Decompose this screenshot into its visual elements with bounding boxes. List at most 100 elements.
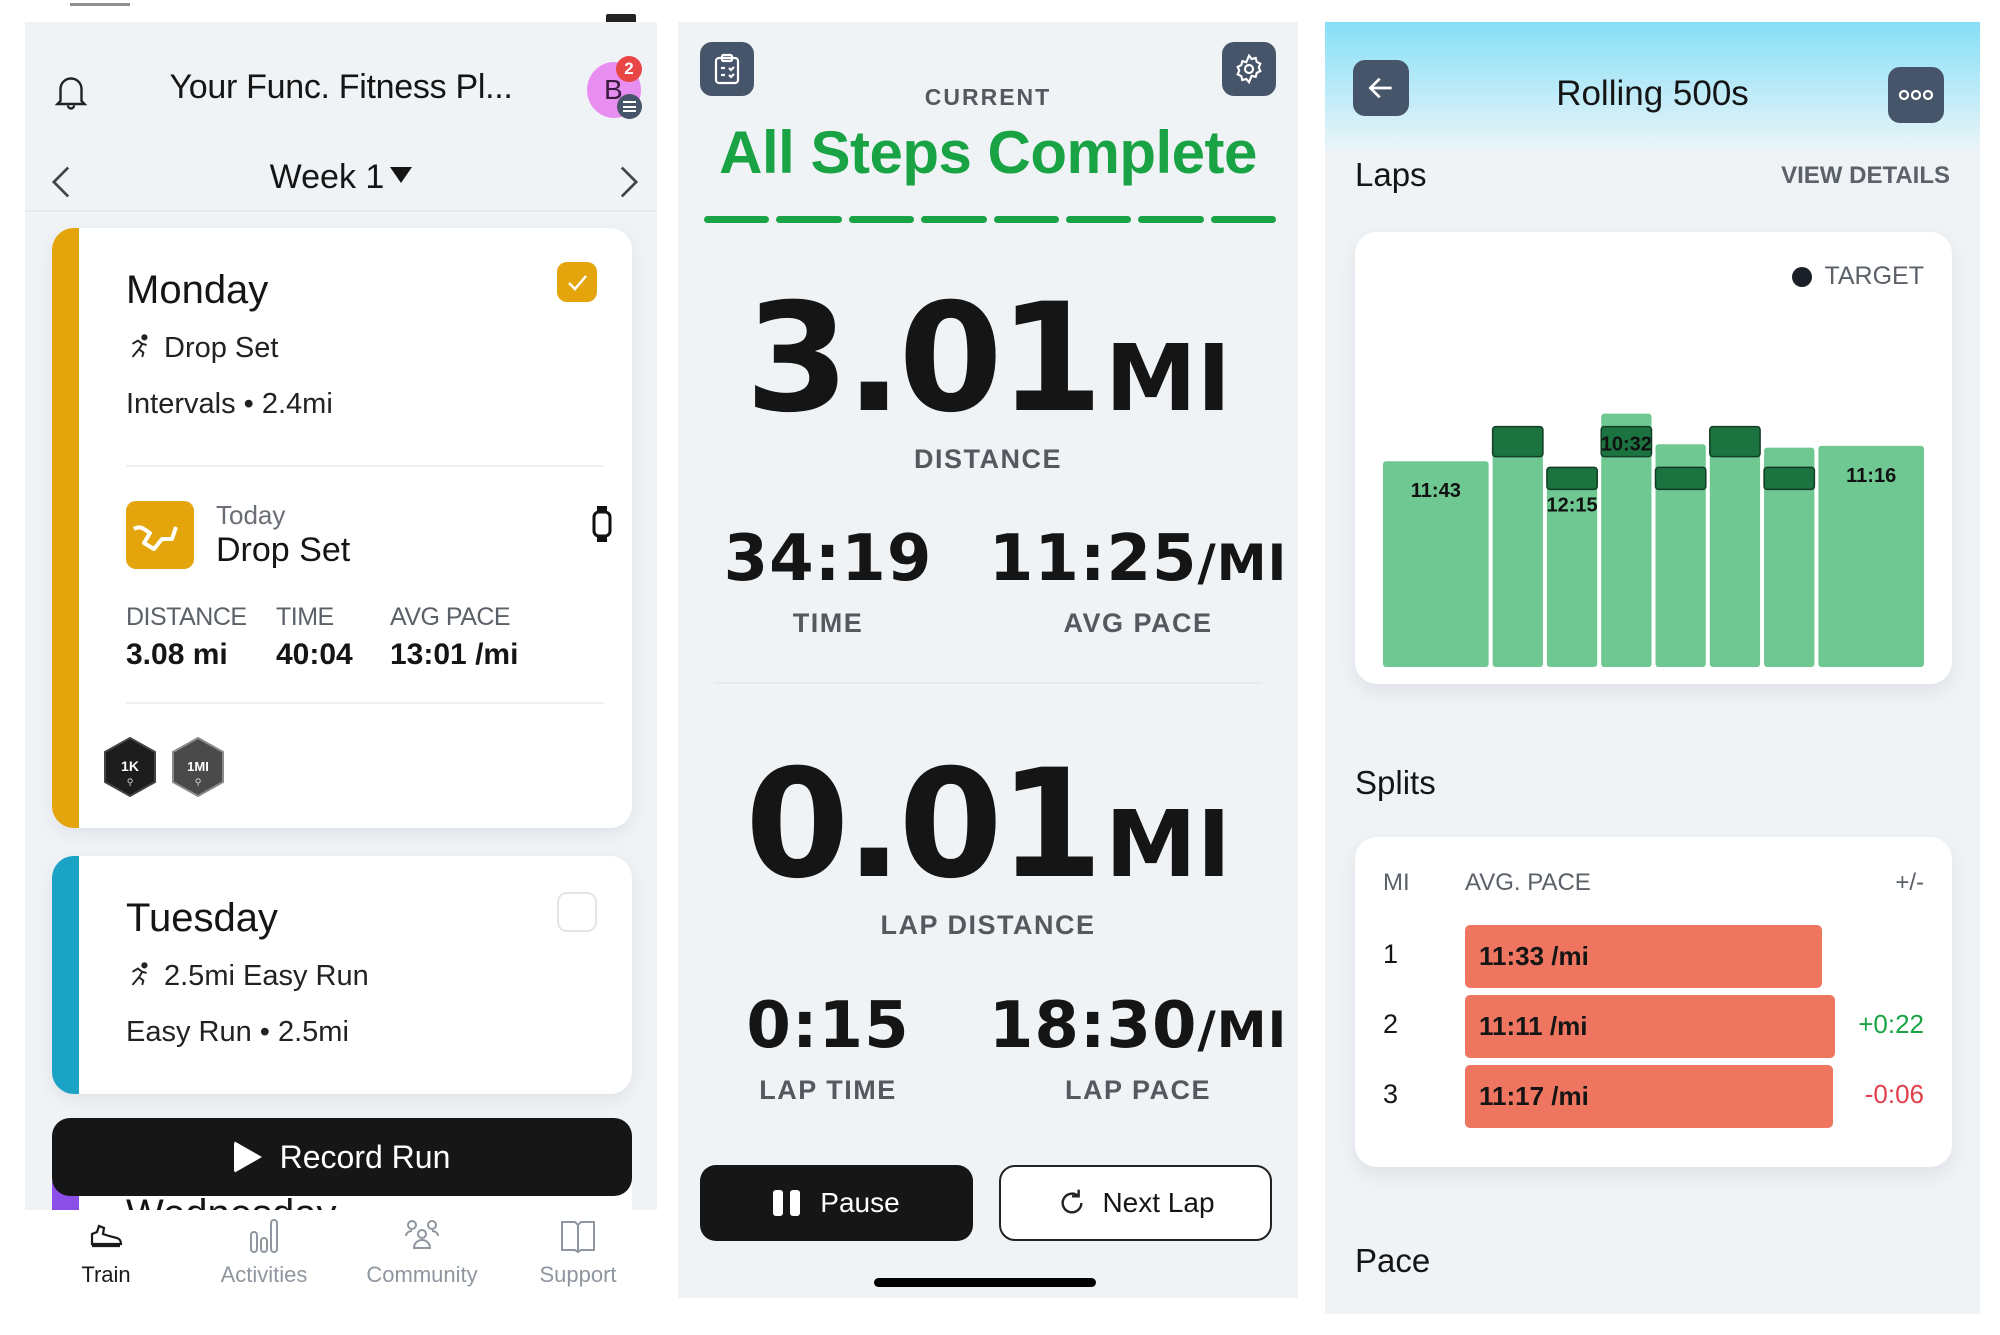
pause-button[interactable]: Pause <box>700 1165 973 1241</box>
lap-time-label: LAP TIME <box>759 1075 897 1105</box>
divider <box>714 682 1262 684</box>
badge-label: 1K <box>121 758 139 774</box>
runner-icon <box>131 962 148 986</box>
time-label: TIME <box>792 608 864 638</box>
tab-community[interactable]: Community <box>343 1216 501 1288</box>
avatar[interactable]: B 2 <box>587 56 642 119</box>
lap-bar[interactable] <box>1492 430 1543 667</box>
avg-pace-number: 11:25 <box>988 522 1198 596</box>
split-pace-bar: 11:33 /mi <box>1465 925 1822 988</box>
split-mile: 3 <box>1383 1079 1399 1109</box>
record-run-button[interactable]: Record Run <box>52 1118 632 1196</box>
activity-when: Today <box>216 500 286 530</box>
step-progress <box>704 216 1276 223</box>
target-marker <box>1709 425 1761 458</box>
pause-icon <box>773 1190 801 1216</box>
splits-title: Splits <box>1355 764 1436 801</box>
tab-activities[interactable]: Activities <box>185 1216 343 1288</box>
route-map-icon <box>126 501 194 569</box>
activity-name[interactable]: Drop Set <box>216 531 350 570</box>
tab-train[interactable]: Train <box>27 1216 185 1288</box>
step-segment <box>1065 216 1132 223</box>
target-marker <box>1654 466 1707 491</box>
stat-value: 3.08 mi <box>126 638 228 671</box>
train-screen: Your Func. Fitness Pl... B 2 Week 1 Mond… <box>25 22 657 1210</box>
laps-chart-card: TARGET 11:43 12:15 10:32 11:16 <box>1355 232 1952 684</box>
lap-label: 12:15 <box>1546 494 1597 516</box>
stat-label: DISTANCE <box>126 603 247 631</box>
more-icon <box>1898 89 1934 101</box>
run-screen: CURRENT All Steps Complete 3.01MI DISTAN… <box>678 22 1298 1298</box>
workout-summary: Intervals • 2.4mi <box>126 388 333 420</box>
avg-pace-label: AVG PACE <box>1063 608 1213 638</box>
summary-screen: Rolling 500s Laps VIEW DETAILS TARGET 11… <box>1325 22 1980 1314</box>
split-mile: 2 <box>1383 1009 1399 1039</box>
refresh-icon <box>1061 1189 1083 1214</box>
workout-title: Rolling 500s <box>1556 74 1749 113</box>
tab-label: Train <box>81 1262 131 1287</box>
target-marker <box>1546 466 1598 491</box>
divider <box>126 702 604 704</box>
workout-name: 2.5mi Easy Run <box>126 960 369 993</box>
achievement-badge-1mi[interactable]: 1MI ⚲ <box>170 736 226 798</box>
community-icon <box>405 1220 439 1249</box>
svg-text:⚲: ⚲ <box>195 778 202 788</box>
workout-label: Drop Set <box>164 332 279 364</box>
shoe-icon <box>90 1224 123 1248</box>
workout-summary: Easy Run • 2.5mi <box>126 1016 349 1048</box>
achievement-badge-1k[interactable]: 1K ⚲ <box>102 736 158 798</box>
more-button[interactable] <box>1888 67 1944 123</box>
workout-name: Drop Set <box>126 332 278 365</box>
lap-label: 11:16 <box>1846 465 1896 487</box>
battery-icon <box>606 14 636 22</box>
clipboard-icon <box>714 53 740 85</box>
step-segment <box>921 216 987 223</box>
stat-value: 13:01 /mi <box>390 638 519 671</box>
stat-label: AVG PACE <box>390 603 511 631</box>
time-value: 34:19 <box>723 522 933 596</box>
tab-support[interactable]: Support <box>499 1216 657 1288</box>
badge-label: 1MI <box>187 759 209 774</box>
avg-pace-value: 11:25/MI <box>978 527 1298 591</box>
menu-icon[interactable] <box>617 94 642 119</box>
lap-pace-number: 18:30 <box>988 989 1198 1063</box>
runner-icon <box>131 334 148 358</box>
play-icon <box>233 1141 262 1173</box>
lap-pace-unit: /MI <box>1197 1001 1288 1059</box>
record-run-label: Record Run <box>279 1138 451 1175</box>
bar-chart-icon <box>250 1219 278 1253</box>
distance-number: 3.01 <box>745 272 1103 446</box>
week-label: Week 1 <box>269 158 385 196</box>
splits-header-diff: +/- <box>1895 869 1924 896</box>
day-card-tuesday[interactable]: Tuesday 2.5mi Easy Run Easy Run • 2.5mi <box>52 856 632 1094</box>
lap-bar[interactable] <box>1709 427 1761 667</box>
split-diff: -0:06 <box>1864 1079 1924 1109</box>
lap-pace-value: 18:30/MI <box>978 994 1298 1058</box>
step-title: All Steps Complete <box>719 119 1257 186</box>
book-icon <box>561 1221 595 1254</box>
splits-card: MI AVG. PACE +/- 1 11:33 /mi 2 11:11 /mi +0:… <box>1355 837 1952 1167</box>
day-card-monday[interactable]: Monday Drop Set Intervals • 2.4mi Today … <box>52 228 632 828</box>
next-lap-label: Next Lap <box>1102 1187 1215 1218</box>
view-details-link[interactable]: VIEW DETAILS <box>1781 162 1950 190</box>
distance-value: 3.01MI <box>678 284 1298 434</box>
gear-icon <box>1236 53 1262 85</box>
home-indicator <box>874 1278 1096 1287</box>
step-segment <box>704 216 770 223</box>
split-pace-bar: 11:17 /mi <box>1465 1065 1833 1128</box>
lap-distance-unit: MI <box>1105 791 1231 898</box>
splits-header-pace: AVG. PACE <box>1465 869 1591 896</box>
chevron-right-icon[interactable] <box>617 164 641 200</box>
avg-pace-unit: /MI <box>1197 534 1288 592</box>
next-lap-button[interactable]: Next Lap <box>999 1165 1272 1241</box>
completed-checkbox[interactable] <box>557 892 597 932</box>
summary-header: Rolling 500s <box>1325 22 1980 150</box>
laps-title: Laps <box>1355 156 1427 193</box>
lap-label: 10:32 <box>1601 434 1652 456</box>
day-name: Tuesday <box>126 896 278 940</box>
completed-checkbox[interactable] <box>557 262 597 302</box>
target-marker <box>1491 425 1544 458</box>
step-segment <box>776 216 842 223</box>
week-selector[interactable]: Week 1 <box>25 158 657 197</box>
pace-title: Pace <box>1355 1242 1431 1279</box>
